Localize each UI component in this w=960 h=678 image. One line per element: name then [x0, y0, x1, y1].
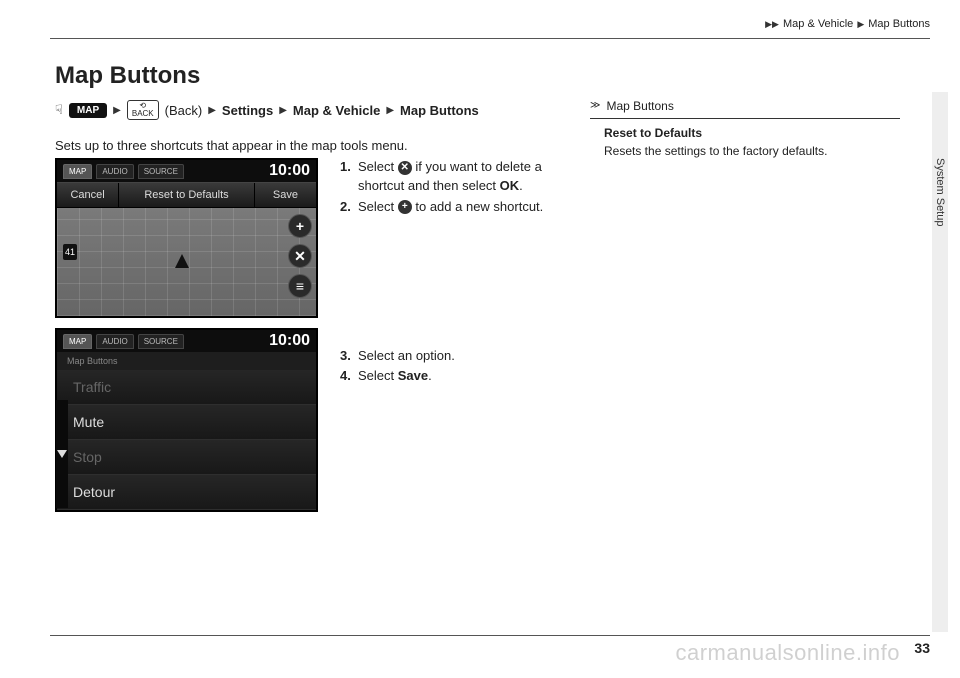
- tab-map: MAP: [63, 164, 92, 179]
- screenshot-map-buttons-list: MAP AUDIO SOURCE 10:00 Map Buttons Traff…: [55, 328, 318, 512]
- note-term: Reset to Defaults: [604, 125, 900, 142]
- note-heading: Map Buttons: [606, 98, 673, 115]
- clock: 10:00: [269, 162, 310, 180]
- header-rule: [50, 38, 930, 39]
- delete-icon: ✕: [398, 161, 412, 175]
- crumb-map-vehicle: Map & Vehicle: [293, 103, 380, 118]
- procedure-breadcrumb: ☟ MAP ▶ ⟲ BACK (Back) ▶ Settings ▶ Map &…: [55, 100, 479, 120]
- step-3: 3. Select an option.: [340, 347, 570, 366]
- delete-icon: ✕: [288, 244, 312, 268]
- vehicle-cursor-icon: [175, 254, 189, 268]
- step-4: 4. Select Save.: [340, 367, 570, 386]
- down-arrow-icon: [57, 450, 67, 458]
- chevron-icon: ▶: [386, 105, 394, 116]
- reset-to-defaults-button: Reset to Defaults: [119, 183, 255, 207]
- chevron-icon: ▶▶: [765, 19, 779, 30]
- tab-audio: AUDIO: [96, 164, 133, 179]
- list-item: Traffic: [57, 370, 316, 405]
- tab-source: SOURCE: [138, 164, 184, 179]
- intro-text: Sets up to three shortcuts that appear i…: [55, 138, 408, 153]
- route-badge: 41: [63, 244, 77, 260]
- menu-icon: ≡: [288, 274, 312, 298]
- chevron-icon: ▶: [857, 19, 864, 30]
- back-button-icon: ⟲ BACK: [127, 100, 159, 120]
- header-crumb-2: Map Buttons: [868, 18, 930, 30]
- steps-column: 1. Select ✕ if you want to delete a shor…: [340, 158, 570, 388]
- map-button-icon: MAP: [69, 103, 107, 118]
- chevron-icon: ▶: [113, 105, 121, 116]
- tab-source: SOURCE: [138, 334, 184, 349]
- note-description: Resets the settings to the factory defau…: [604, 143, 900, 160]
- plus-icon: +: [288, 214, 312, 238]
- page-number: 33: [914, 640, 930, 656]
- list-item: Stop: [57, 440, 316, 475]
- save-button: Save: [255, 183, 316, 207]
- screen-subtitle: Map Buttons: [57, 352, 316, 370]
- watermark: carmanualsonline.info: [675, 640, 900, 666]
- step-1: 1. Select ✕ if you want to delete a shor…: [340, 158, 570, 196]
- header-crumb-1: Map & Vehicle: [783, 18, 853, 30]
- header-breadcrumb: ▶▶ Map & Vehicle ▶ Map Buttons: [765, 18, 930, 30]
- back-label: (Back): [165, 103, 203, 118]
- plus-icon: +: [398, 200, 412, 214]
- list-item: Mute: [57, 405, 316, 440]
- clock: 10:00: [269, 332, 310, 350]
- screenshot-map-tools: MAP AUDIO SOURCE 10:00 Cancel Reset to D…: [55, 158, 318, 318]
- footer-rule: [50, 635, 930, 636]
- tab-map: MAP: [63, 334, 92, 349]
- list-item: Detour: [57, 475, 316, 510]
- note-icon: ≫: [590, 99, 600, 114]
- step-2: 2. Select + to add a new shortcut.: [340, 198, 570, 217]
- crumb-settings: Settings: [222, 103, 273, 118]
- tab-audio: AUDIO: [96, 334, 133, 349]
- map-area: 41 + ✕ ≡: [57, 208, 316, 316]
- chevron-icon: ▶: [208, 105, 216, 116]
- section-label: System Setup: [934, 158, 946, 226]
- cancel-button: Cancel: [57, 183, 119, 207]
- page-title: Map Buttons: [55, 62, 200, 90]
- hand-icon: ☟: [55, 102, 63, 118]
- crumb-map-buttons: Map Buttons: [400, 103, 479, 118]
- screenshots-column: MAP AUDIO SOURCE 10:00 Cancel Reset to D…: [55, 158, 330, 522]
- chevron-icon: ▶: [279, 105, 287, 116]
- notes-column: ≫ Map Buttons Reset to Defaults Resets t…: [590, 98, 900, 160]
